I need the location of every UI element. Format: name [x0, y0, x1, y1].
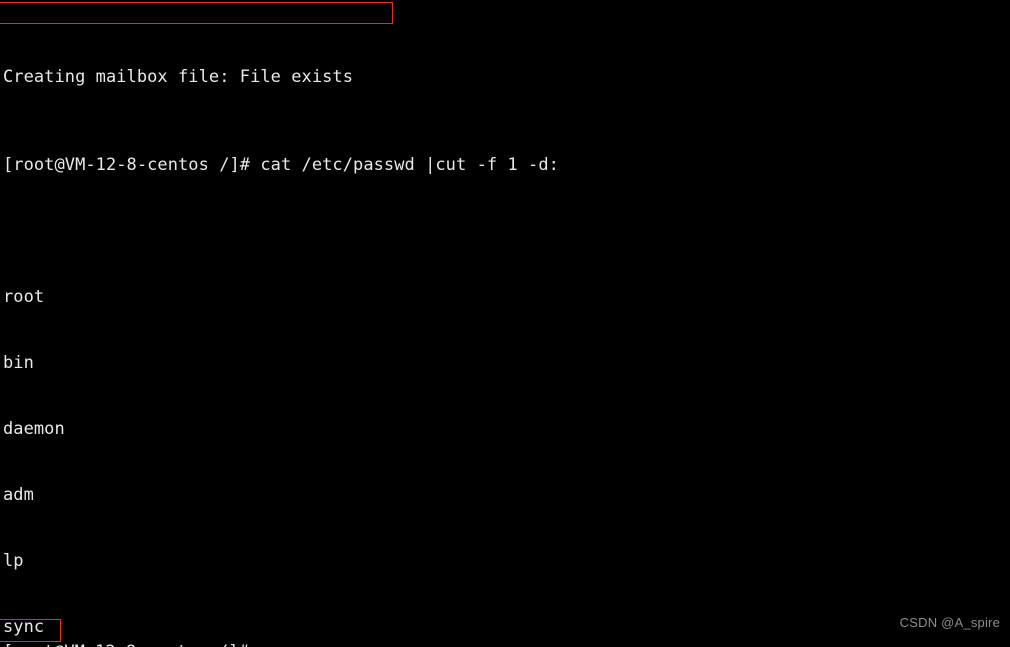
- output-line: root: [3, 287, 45, 307]
- terminal-notice-line: Creating mailbox file: File exists: [3, 67, 354, 87]
- output-line: bin: [3, 353, 34, 373]
- output-line: adm: [3, 485, 34, 505]
- terminal-screen: Creating mailbox file: File exists [root…: [3, 0, 1010, 647]
- output-line: lp: [3, 551, 24, 571]
- terminal-window[interactable]: Creating mailbox file: File exists [root…: [0, 0, 1010, 647]
- terminal-prompt-cutoff: [root@VM-12-8-centos /]#: [3, 641, 249, 647]
- output-line: sync: [3, 617, 45, 637]
- csdn-watermark: CSDN @A_spire: [899, 615, 1000, 630]
- terminal-command-line: [root@VM-12-8-centos /]# cat /etc/passwd…: [3, 155, 559, 175]
- output-line: daemon: [3, 419, 65, 439]
- terminal-output-list: root bin daemon adm lp sync shutdown hal…: [3, 242, 1010, 647]
